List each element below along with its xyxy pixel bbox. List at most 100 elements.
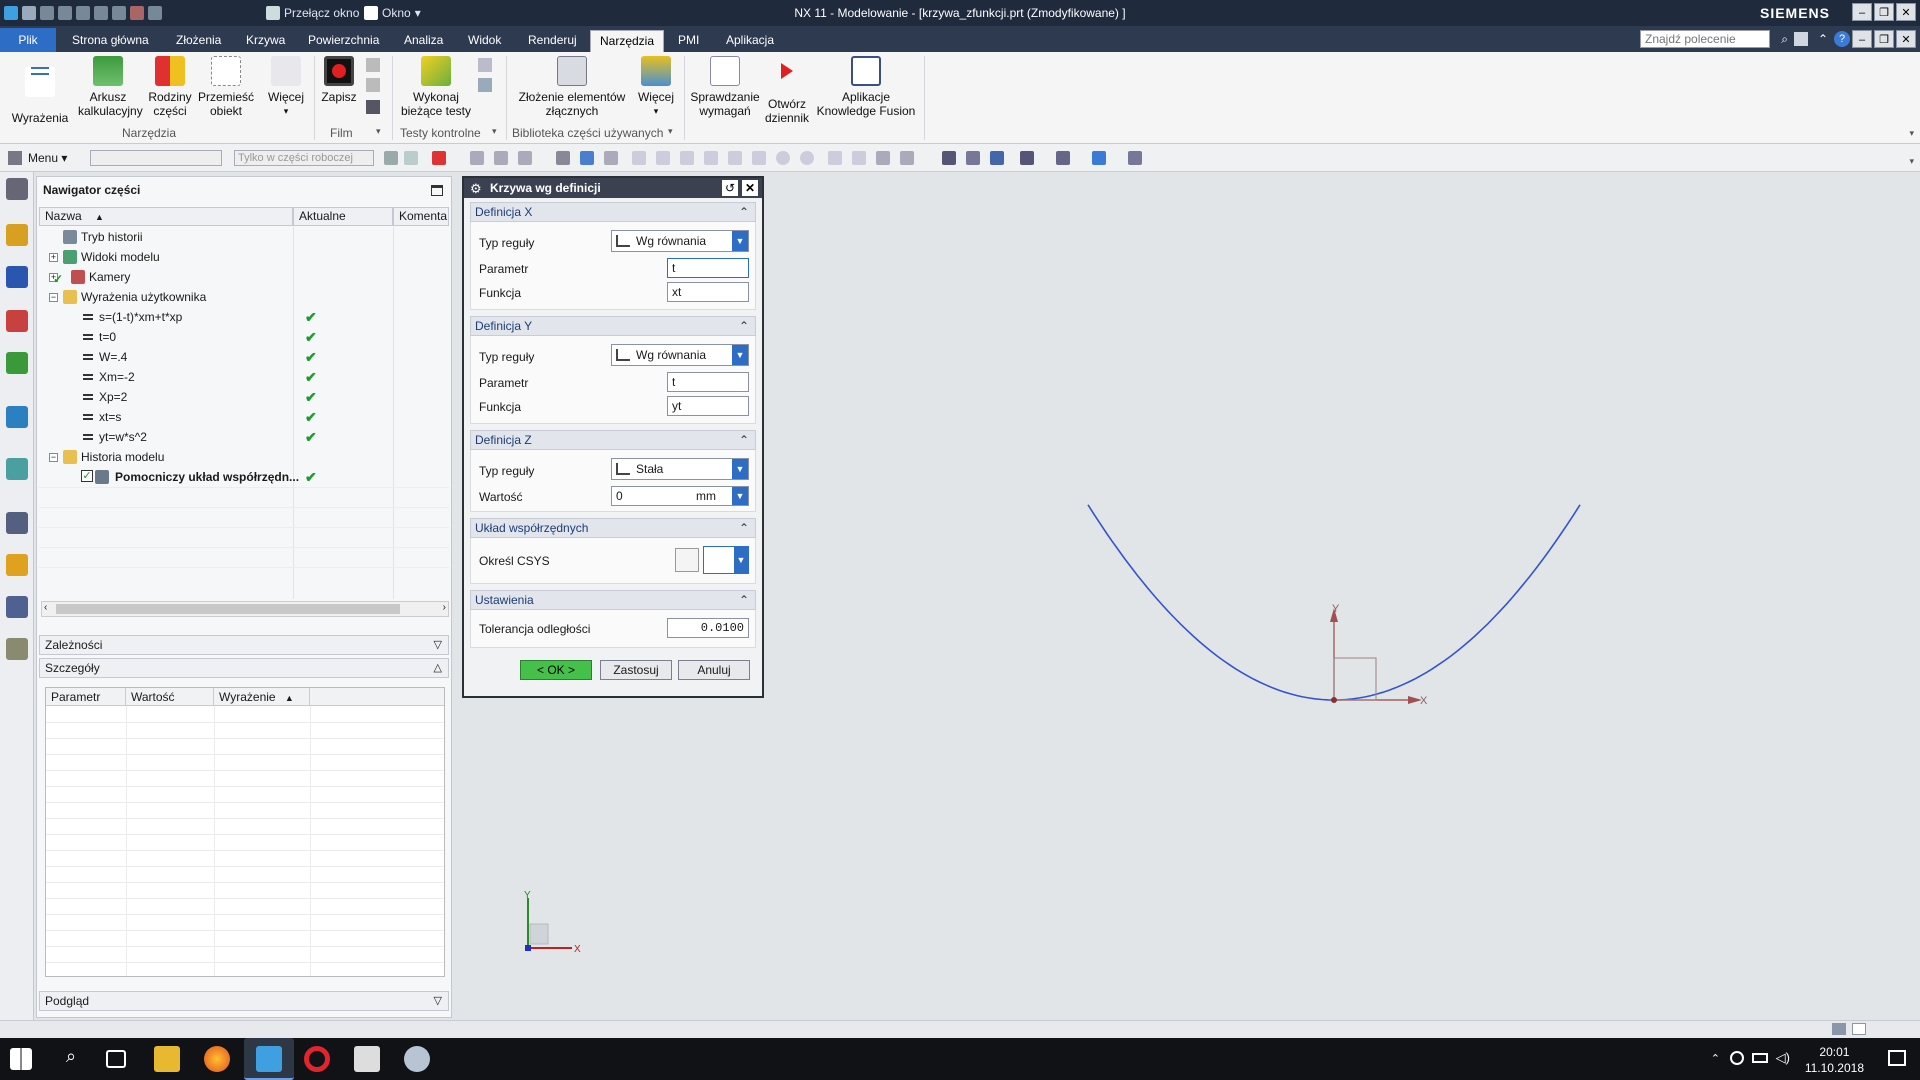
knowledge-fusion-button[interactable]: Aplikacje Knowledge Fusion	[814, 56, 918, 118]
function-y-input[interactable]: yt	[667, 396, 749, 416]
tree-node-child[interactable]: t=0 ✔	[41, 327, 451, 347]
column-current[interactable]: Aktualne	[293, 207, 393, 226]
tab-application[interactable]: Aplikacja	[722, 30, 778, 52]
spline-icon[interactable]	[704, 151, 718, 165]
section-definition-x[interactable]: Definicja X ⌃	[470, 202, 756, 222]
tab-file[interactable]: Plik	[0, 28, 56, 52]
rotate-icon[interactable]	[990, 151, 1004, 165]
reuse-library-icon[interactable]	[6, 352, 28, 374]
app-icon[interactable]	[404, 1046, 430, 1072]
select-icon[interactable]	[432, 151, 446, 165]
rectangle-select-icon[interactable]	[518, 151, 532, 165]
nx-taskbar-button[interactable]	[244, 1038, 294, 1080]
slash-icon[interactable]	[852, 151, 866, 165]
tree-node-child[interactable]: Xp=2 ✔	[41, 387, 451, 407]
gear-icon[interactable]: ⚙	[470, 181, 482, 197]
csys-type-select[interactable]: ▼	[703, 546, 749, 574]
parameter-y-input[interactable]: t	[667, 372, 749, 392]
tab-tools[interactable]: Narzędzia	[590, 30, 664, 52]
point-icon[interactable]	[752, 151, 766, 165]
tree-node[interactable]: − Wyrażenia użytkownika	[41, 287, 451, 307]
search-icon[interactable]: ⌕	[58, 1046, 84, 1072]
notifications-icon[interactable]	[1888, 1050, 1906, 1066]
dependencies-panel-header[interactable]: Zależności ▽	[39, 635, 449, 655]
details-column-expression[interactable]: Wyrażenie ▲	[214, 688, 310, 706]
tree-node-child[interactable]: xt=s ✔	[41, 407, 451, 427]
scroll-right-icon[interactable]: ›	[443, 602, 446, 613]
rule-type-x-select[interactable]: Wg równania ▼	[611, 230, 749, 252]
web-browser-icon[interactable]	[6, 406, 28, 428]
tab-assemblies[interactable]: Złożenia	[172, 30, 225, 52]
record-button[interactable]: Zapisz	[320, 56, 358, 104]
pause-icon[interactable]	[366, 58, 380, 72]
plus-icon[interactable]	[828, 151, 842, 165]
minimize-button[interactable]: –	[1852, 3, 1872, 21]
ok-button[interactable]: < OK >	[520, 660, 592, 680]
tab-home[interactable]: Strona główna	[68, 30, 153, 52]
open-log-button[interactable]: Otwórz dziennik	[762, 56, 812, 125]
doc-close-button[interactable]: ✕	[1896, 30, 1916, 48]
check-tool-2-icon[interactable]	[478, 78, 492, 92]
search-icon[interactable]: ⌕	[1781, 32, 1788, 47]
fit-view-icon[interactable]	[942, 151, 956, 165]
assembly-navigator-icon[interactable]	[6, 224, 28, 246]
preview-panel-header[interactable]: Podgląd ▽	[39, 991, 449, 1011]
settings-small-icon[interactable]	[366, 100, 380, 114]
fullscreen-icon[interactable]	[1832, 1023, 1846, 1035]
toolbar-options-icon[interactable]: ▾	[1909, 156, 1914, 167]
type-filter-combo[interactable]	[90, 150, 222, 166]
more-tools-button[interactable]: Więcej ▾	[264, 56, 308, 118]
menu-button[interactable]: Menu ▾	[28, 151, 67, 165]
tab-pmi[interactable]: PMI	[674, 30, 703, 52]
tree-node[interactable]: + Widoki modelu	[41, 247, 451, 267]
horizontal-scrollbar[interactable]: ‹ ›	[41, 601, 449, 617]
apply-button[interactable]: Zastosuj	[600, 660, 672, 680]
close-icon[interactable]: ✕	[742, 180, 758, 196]
section-icon[interactable]	[1128, 151, 1142, 165]
zoom-icon[interactable]	[966, 151, 980, 165]
move-object-button[interactable]: Przemieść obiekt	[198, 56, 254, 118]
csys-origin[interactable]	[1331, 697, 1337, 703]
filter-icon[interactable]	[404, 151, 418, 165]
tree-node[interactable]: + ✓ Kamery	[41, 267, 451, 287]
line-icon[interactable]	[632, 151, 646, 165]
part-navigator-icon[interactable]	[6, 310, 28, 332]
settings-icon[interactable]	[6, 178, 28, 200]
network-icon[interactable]	[1730, 1051, 1744, 1065]
ribbon-options-icon[interactable]: ▾	[1909, 128, 1914, 139]
cancel-button[interactable]: Anuluj	[678, 660, 750, 680]
help-icon[interactable]: ?	[1834, 31, 1850, 47]
spreadsheet-button[interactable]: Arkusz kalkulacyjny	[76, 56, 143, 118]
rule-type-z-select[interactable]: Stała ▼	[611, 458, 749, 480]
details-panel-header[interactable]: Szczegóły △	[39, 658, 449, 678]
run-tests-button[interactable]: Wykonaj bieżące testy	[398, 56, 474, 118]
roles-icon[interactable]	[6, 638, 28, 660]
column-name[interactable]: Nazwa ▲	[39, 207, 293, 226]
parameter-x-input[interactable]: t	[667, 258, 749, 278]
selection-scope-combo[interactable]: Tylko w części roboczej	[234, 150, 374, 166]
system-clock[interactable]: 20:01 11.10.2018	[1805, 1044, 1864, 1076]
orient-view-icon[interactable]	[1020, 151, 1034, 165]
opera-icon[interactable]	[304, 1046, 330, 1072]
tab-render[interactable]: Renderuj	[524, 30, 581, 52]
column-comment[interactable]: Komenta	[393, 207, 449, 226]
select-2-icon[interactable]	[470, 151, 484, 165]
process-icon[interactable]	[6, 596, 28, 618]
expand-toggle-icon[interactable]: −	[49, 453, 58, 462]
graphics-canvas[interactable]: Y X	[768, 176, 1920, 1018]
wave-icon[interactable]	[728, 151, 742, 165]
rule-type-y-select[interactable]: Wg równania ▼	[611, 344, 749, 366]
reset-icon[interactable]: ↺	[722, 180, 738, 196]
expand-toggle-icon[interactable]: +	[49, 253, 58, 262]
scroll-left-icon[interactable]: ‹	[44, 602, 47, 613]
constraint-navigator-icon[interactable]	[6, 266, 28, 288]
select-3-icon[interactable]	[494, 151, 508, 165]
visualization-icon[interactable]	[6, 554, 28, 576]
snap-icon[interactable]	[384, 151, 398, 165]
tree-node-child[interactable]: s=(1-t)*xm+t*xp ✔	[41, 307, 451, 327]
close-button[interactable]: ✕	[1896, 3, 1916, 21]
tree-node[interactable]: Tryb historii	[41, 227, 451, 247]
requirements-check-button[interactable]: Sprawdzanie wymagań	[690, 56, 760, 118]
section-settings[interactable]: Ustawienia ⌃	[470, 590, 756, 610]
volume-icon[interactable]: ◁)	[1776, 1050, 1790, 1066]
